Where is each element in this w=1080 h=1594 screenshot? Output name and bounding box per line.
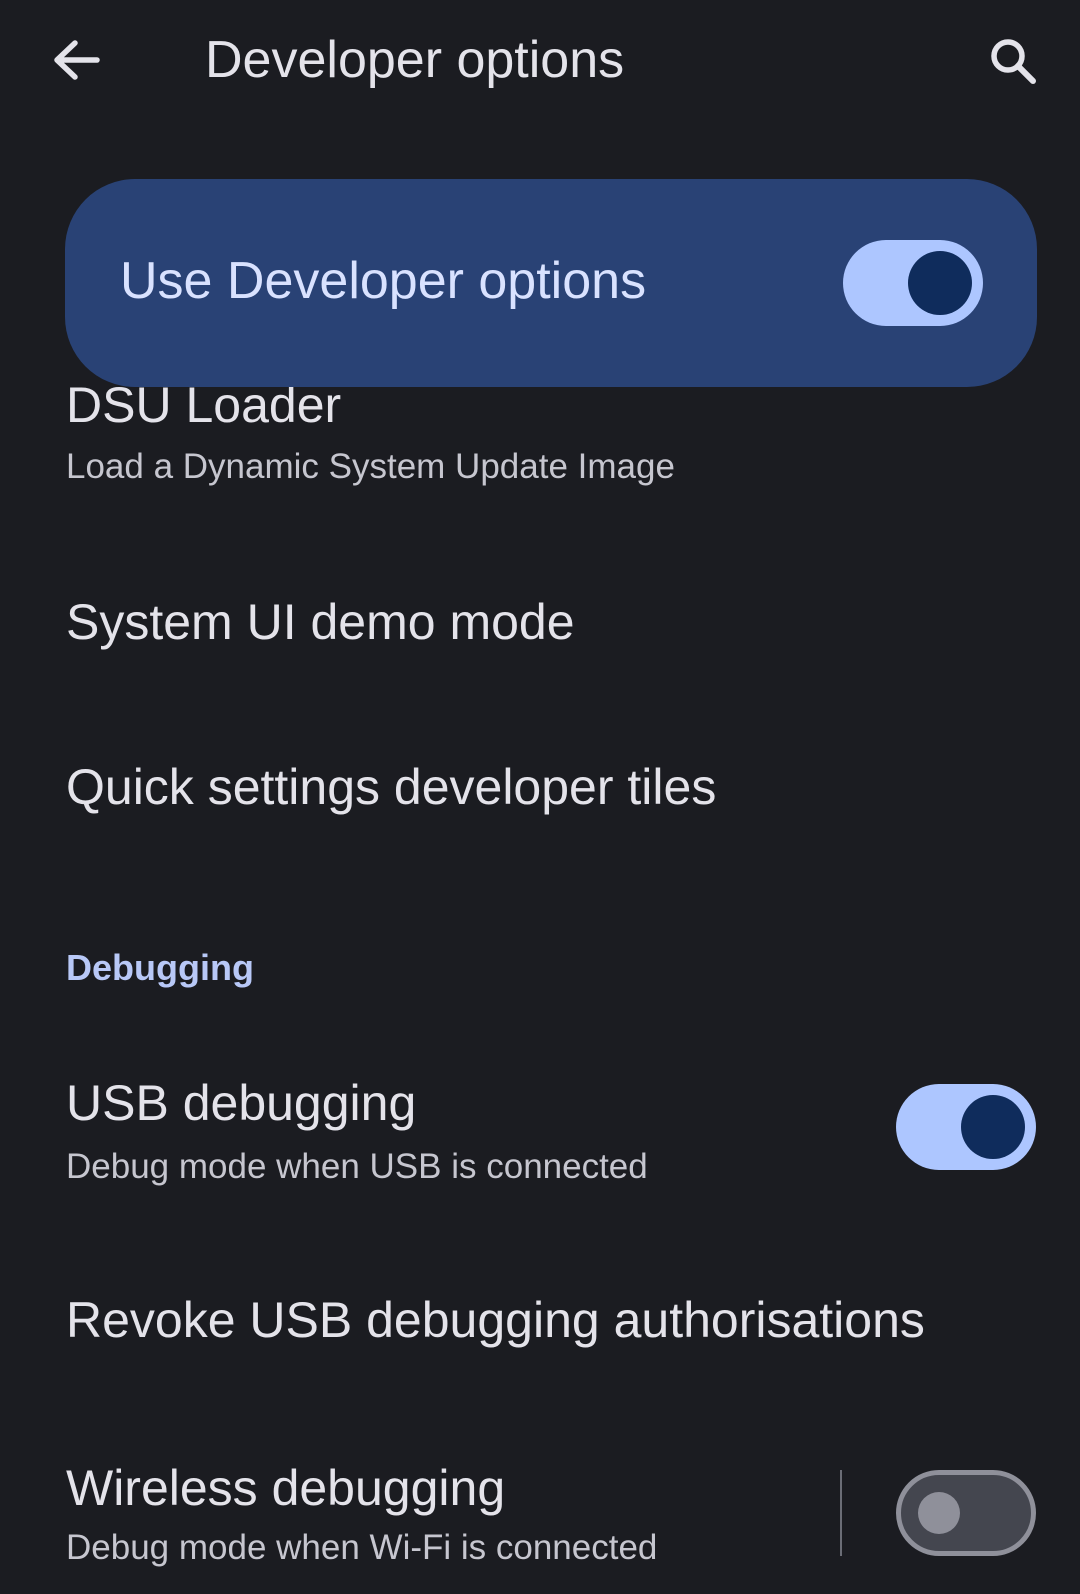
system-ui-demo-mode-item[interactable]: System UI demo mode bbox=[0, 580, 1080, 675]
revoke-usb-authorisations-title: Revoke USB debugging authorisations bbox=[66, 1292, 925, 1348]
switch-thumb bbox=[908, 251, 972, 315]
revoke-usb-authorisations-item[interactable]: Revoke USB debugging authorisations bbox=[0, 1275, 1080, 1370]
settings-list: DSU Loader Load a Dynamic System Update … bbox=[0, 0, 1080, 1594]
switch-thumb bbox=[918, 1492, 960, 1534]
usb-debugging-item[interactable]: USB debugging Debug mode when USB is con… bbox=[0, 1065, 1080, 1200]
use-developer-options-switch[interactable] bbox=[843, 240, 983, 326]
quick-settings-tiles-item[interactable]: Quick settings developer tiles bbox=[0, 745, 1080, 840]
wireless-debugging-title: Wireless debugging bbox=[66, 1460, 506, 1516]
system-ui-demo-mode-title: System UI demo mode bbox=[66, 594, 575, 650]
usb-debugging-title: USB debugging bbox=[66, 1075, 417, 1131]
use-developer-options-label: Use Developer options bbox=[120, 252, 647, 310]
switch-thumb bbox=[961, 1095, 1025, 1159]
dsu-loader-item[interactable]: DSU Loader Load a Dynamic System Update … bbox=[0, 375, 1080, 510]
usb-debugging-switch[interactable] bbox=[896, 1084, 1036, 1170]
debugging-section-header: Debugging bbox=[66, 947, 254, 988]
vertical-divider bbox=[840, 1470, 842, 1556]
quick-settings-tiles-title: Quick settings developer tiles bbox=[66, 759, 717, 815]
use-developer-options-card[interactable]: Use Developer options bbox=[65, 179, 1037, 387]
wireless-debugging-subtitle: Debug mode when Wi-Fi is connected bbox=[66, 1528, 658, 1567]
dsu-loader-subtitle: Load a Dynamic System Update Image bbox=[66, 447, 675, 486]
usb-debugging-subtitle: Debug mode when USB is connected bbox=[66, 1147, 648, 1186]
wireless-debugging-switch[interactable] bbox=[896, 1470, 1036, 1556]
